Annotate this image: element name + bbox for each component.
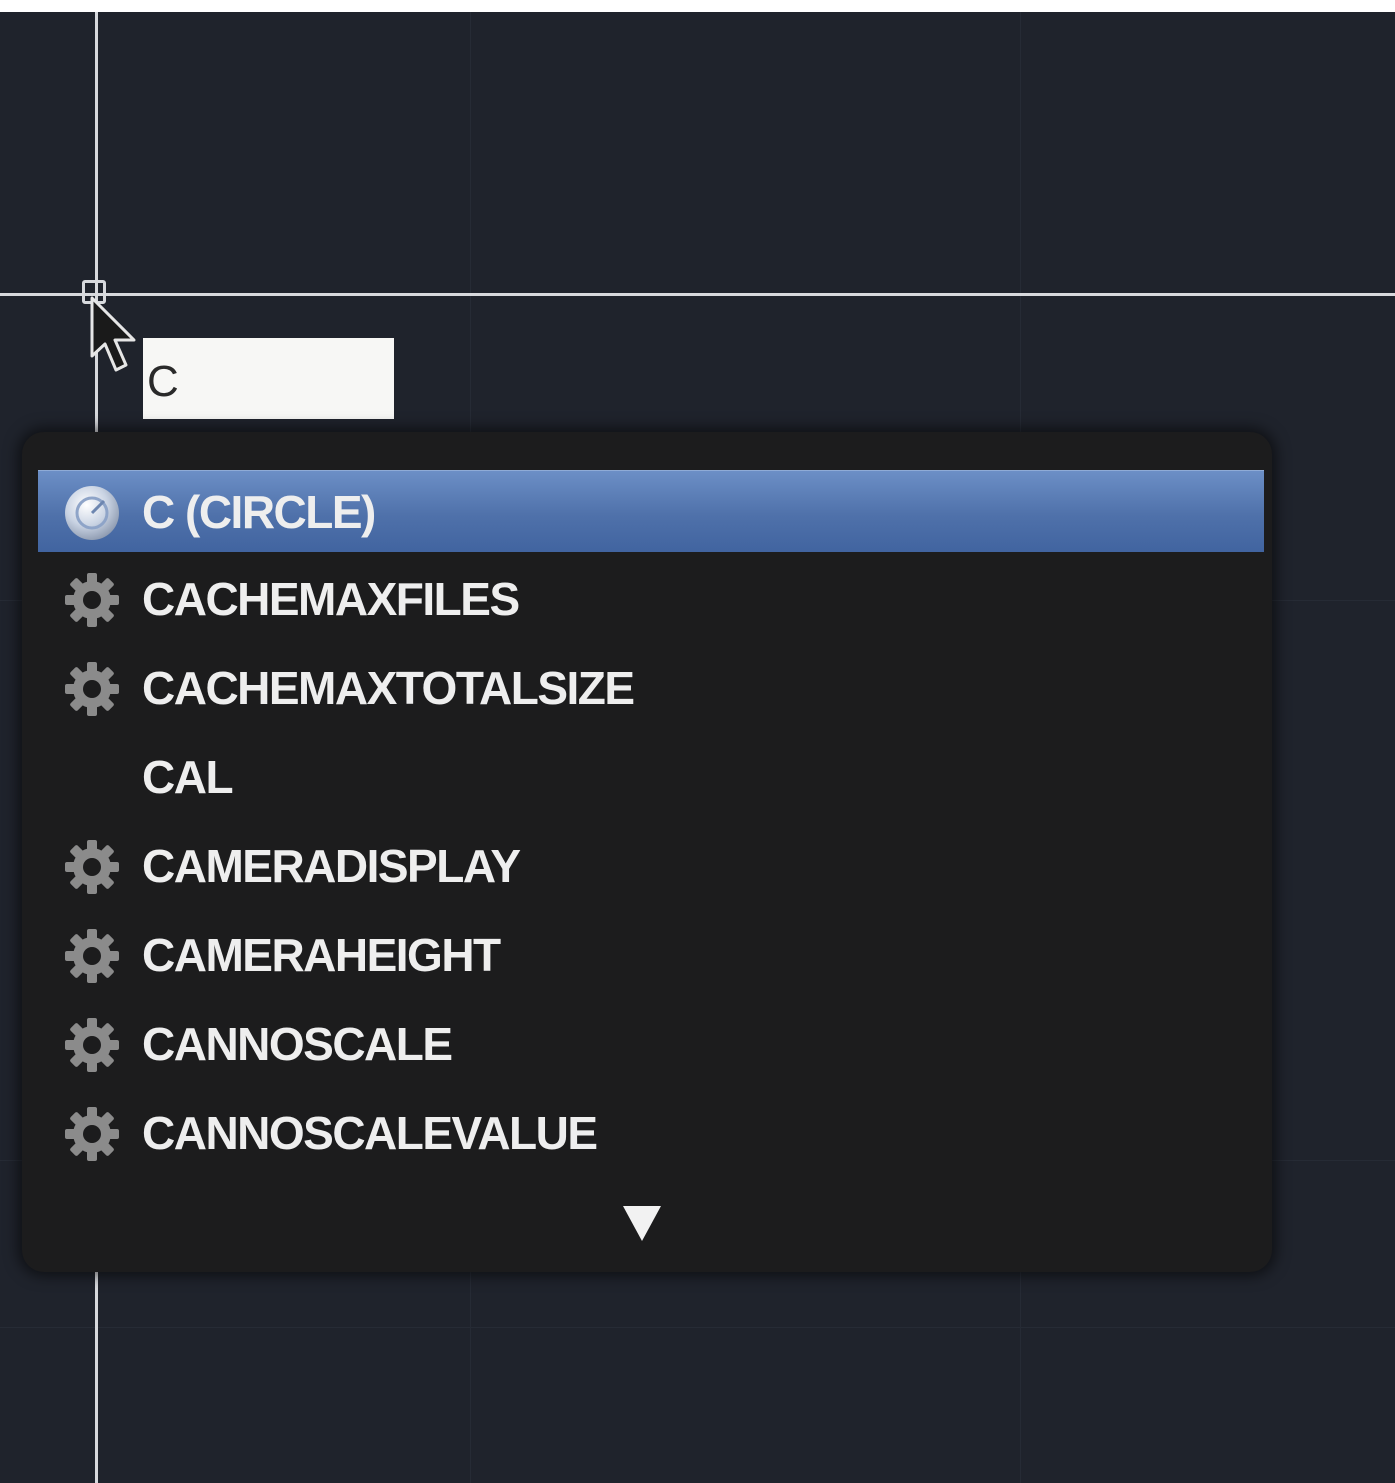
command-autocomplete-list: C (CIRCLE) CACHEMAXFILES CACHEMAXTOTALSI… (22, 432, 1272, 1272)
autocomplete-item-cachemaxfiles[interactable]: CACHEMAXFILES (38, 558, 1264, 640)
autocomplete-item-label: C (CIRCLE) (142, 486, 376, 538)
dynamic-input-field[interactable] (143, 338, 394, 419)
gear-icon (65, 573, 119, 627)
crosshair-horizontal (0, 293, 1395, 296)
triangle-down-icon[interactable] (620, 1202, 664, 1244)
autocomplete-item-label: CAL (142, 751, 234, 803)
autocomplete-item-cameraheight[interactable]: CAMERAHEIGHT (38, 914, 1264, 996)
autocomplete-item-label: CANNOSCALE (142, 1018, 453, 1070)
autocomplete-item-cachemaxtotalsize[interactable]: CACHEMAXTOTALSIZE (38, 647, 1264, 729)
gear-icon (65, 929, 119, 983)
autocomplete-item-label: CAMERAHEIGHT (142, 929, 501, 981)
autocomplete-item-cameradisplay[interactable]: CAMERADISPLAY (38, 825, 1264, 907)
autocomplete-item-circle[interactable]: C (CIRCLE) (38, 470, 1264, 552)
autocomplete-item-cannoscalevalue[interactable]: CANNOSCALEVALUE (38, 1092, 1264, 1174)
autocomplete-item-label: CACHEMAXTOTALSIZE (142, 662, 635, 714)
circle-command-icon (65, 486, 119, 540)
gear-icon (65, 1018, 119, 1072)
autocomplete-item-label: CANNOSCALEVALUE (142, 1107, 598, 1159)
mouse-pointer-icon (90, 296, 136, 372)
autocomplete-item-label: CAMERADISPLAY (142, 840, 521, 892)
gear-icon (65, 662, 119, 716)
autocomplete-item-label: CACHEMAXFILES (142, 573, 520, 625)
gear-icon (65, 840, 119, 894)
autocomplete-item-cal[interactable]: CAL (38, 736, 1264, 818)
autocomplete-item-cannoscale[interactable]: CANNOSCALE (38, 1003, 1264, 1085)
grid-line (0, 1327, 1395, 1328)
gear-icon (65, 1107, 119, 1161)
